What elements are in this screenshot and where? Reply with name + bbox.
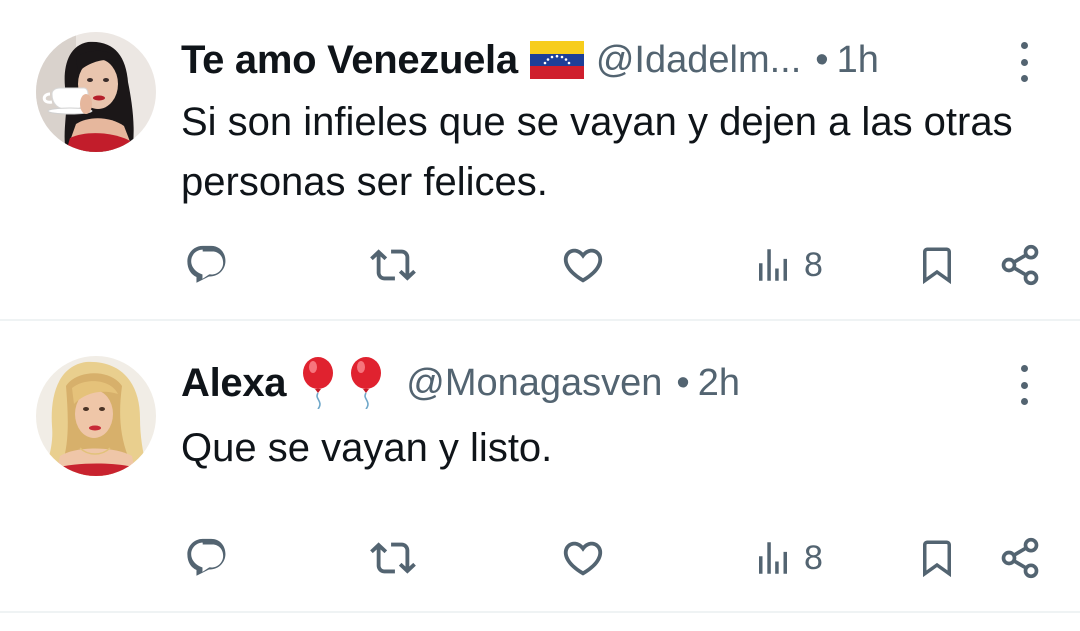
tweet-header: Te amo Venezuela @Idadelm... • 1h — [181, 36, 1050, 84]
timestamp[interactable]: 2h — [698, 362, 740, 405]
tweet[interactable]: Alexa @Monagasven • 2h Que se vayan y li… — [0, 321, 1080, 613]
separator-dot: • — [815, 38, 829, 81]
tweet-actions: 8 — [0, 533, 1080, 583]
views-icon — [752, 537, 794, 579]
retweet-icon — [368, 242, 418, 288]
like-icon — [560, 535, 606, 581]
venezuela-flag-icon — [529, 41, 584, 79]
tweet-header: Alexa @Monagasven • 2h — [181, 357, 1050, 409]
share-button[interactable] — [998, 240, 1042, 290]
more-options-icon[interactable] — [1012, 42, 1036, 82]
views-icon — [752, 244, 794, 286]
avatar-photo — [36, 356, 156, 476]
bookmark-icon — [916, 535, 958, 581]
retweet-button[interactable] — [368, 240, 418, 290]
timeline-feed: Te amo Venezuela @Idadelm... • 1h Si son… — [0, 0, 1080, 631]
reply-icon — [184, 242, 230, 288]
avatar[interactable] — [36, 356, 156, 476]
bookmark-button[interactable] — [916, 240, 958, 290]
reply-icon — [184, 535, 230, 581]
bookmark-icon — [916, 242, 958, 288]
divider — [0, 611, 1080, 613]
share-button[interactable] — [998, 533, 1042, 583]
timestamp[interactable]: 1h — [837, 39, 879, 82]
avatar-photo — [36, 32, 156, 152]
retweet-button[interactable] — [368, 533, 418, 583]
tweet-actions: 8 — [0, 240, 1080, 290]
balloon-icon — [298, 357, 394, 409]
like-icon — [560, 242, 606, 288]
like-button[interactable] — [560, 533, 606, 583]
tweet[interactable]: Te amo Venezuela @Idadelm... • 1h Si son… — [0, 0, 1080, 320]
display-name[interactable]: Te amo Venezuela — [181, 38, 518, 83]
views-count: 8 — [804, 538, 823, 577]
bookmark-button[interactable] — [916, 533, 958, 583]
user-handle[interactable]: @Monagasven — [406, 362, 662, 405]
reply-button[interactable] — [184, 240, 230, 290]
user-handle[interactable]: @Idadelm... — [596, 39, 801, 82]
tweet-text: Que se vayan y listo. — [181, 426, 553, 470]
views-count: 8 — [804, 245, 823, 284]
share-icon — [998, 536, 1042, 580]
separator-dot: • — [676, 361, 690, 404]
share-icon — [998, 243, 1042, 287]
views-button[interactable]: 8 — [752, 240, 823, 290]
views-button[interactable]: 8 — [752, 533, 823, 583]
retweet-icon — [368, 535, 418, 581]
reply-button[interactable] — [184, 533, 230, 583]
display-name[interactable]: Alexa — [181, 361, 287, 406]
like-button[interactable] — [560, 240, 606, 290]
tweet-text: Si son infieles que se vayan y dejen a l… — [181, 100, 1013, 204]
avatar[interactable] — [36, 32, 156, 152]
more-options-icon[interactable] — [1012, 365, 1036, 405]
